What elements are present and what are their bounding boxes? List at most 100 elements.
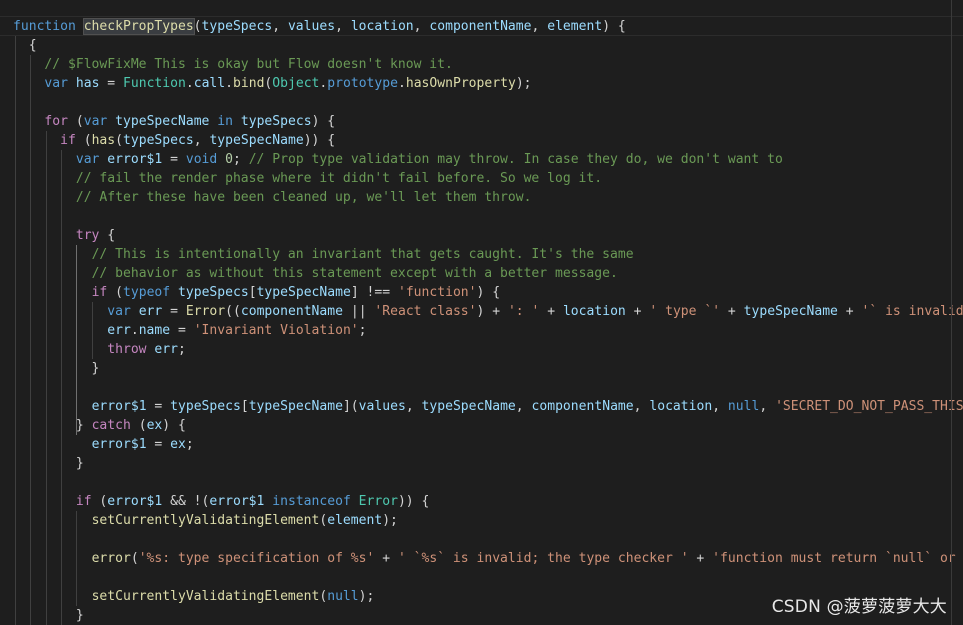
code-token: var bbox=[83, 114, 108, 129]
code-line[interactable]: // $FlowFixMe This is okay but Flow does… bbox=[13, 55, 452, 74]
code-token: error bbox=[91, 551, 131, 566]
code-line[interactable]: throw err; bbox=[13, 340, 186, 359]
code-line[interactable]: for (var typeSpecName in typeSpecs) { bbox=[13, 112, 335, 131]
code-token: if bbox=[75, 494, 92, 509]
code-token: . bbox=[397, 76, 406, 91]
code-token: location bbox=[649, 399, 713, 414]
code-token: '` is invalid; bbox=[861, 304, 963, 319]
code-token: // behavior as without this statement ex… bbox=[91, 266, 618, 281]
code-token: Error bbox=[185, 304, 226, 319]
code-token: ( bbox=[91, 494, 108, 509]
code-line[interactable]: try { bbox=[13, 226, 115, 245]
code-line[interactable]: } catch (ex) { bbox=[13, 416, 186, 435]
code-token: error$1 bbox=[107, 152, 163, 167]
code-line[interactable]: error$1 = typeSpecs[typeSpecName](values… bbox=[13, 397, 963, 416]
code-token: ( bbox=[193, 19, 202, 34]
code-token: , bbox=[531, 19, 548, 34]
code-token: null bbox=[727, 399, 760, 414]
code-token: // Prop type validation may throw. In ca… bbox=[248, 152, 783, 167]
code-line[interactable]: err.name = 'Invariant Violation'; bbox=[13, 321, 367, 340]
highlighted-function-name: checkPropTypes bbox=[82, 18, 195, 35]
code-line[interactable]: var err = Error((componentName || 'React… bbox=[13, 302, 963, 321]
code-token: bind bbox=[233, 76, 265, 91]
code-token: 'Invariant Violation' bbox=[193, 323, 359, 338]
code-line[interactable]: setCurrentlyValidatingElement(element); bbox=[13, 511, 398, 530]
code-token: ; bbox=[358, 323, 367, 338]
code-line[interactable]: error('%s: type specification of %s' + '… bbox=[13, 549, 963, 568]
code-token: typeSpecs bbox=[123, 133, 194, 148]
code-line[interactable]: { bbox=[13, 36, 37, 55]
code-token: + bbox=[625, 304, 650, 319]
code-token: typeSpecName bbox=[209, 133, 304, 148]
code-token: element bbox=[327, 513, 383, 528]
code-token: = bbox=[146, 399, 171, 414]
code-token: . bbox=[225, 76, 233, 91]
code-token: { bbox=[13, 38, 37, 53]
code-token: setCurrentlyValidatingElement bbox=[91, 589, 320, 604]
code-token: typeSpecs bbox=[201, 19, 273, 34]
code-line[interactable]: } bbox=[13, 359, 100, 378]
code-token: if bbox=[91, 285, 108, 300]
code-token: componentName bbox=[429, 19, 532, 34]
code-token: has bbox=[75, 76, 100, 91]
code-token: ( bbox=[68, 114, 84, 129]
code-token: typeSpecs bbox=[240, 114, 312, 129]
code-token: , bbox=[335, 19, 351, 34]
code-line[interactable]: } bbox=[13, 606, 84, 625]
code-line[interactable]: // After these have been cleaned up, we'… bbox=[13, 188, 532, 207]
code-token: . bbox=[130, 323, 139, 338]
code-token: ( bbox=[107, 285, 123, 300]
code-token: + bbox=[539, 304, 563, 319]
code-token: , bbox=[272, 19, 288, 34]
code-editor[interactable]: function checkPropTypes(typeSpecs, value… bbox=[0, 0, 963, 625]
code-line[interactable]: // fail the render phase where it didn't… bbox=[13, 169, 602, 188]
code-line[interactable]: function checkPropTypes(typeSpecs, value… bbox=[13, 17, 626, 36]
code-line[interactable]: var error$1 = void 0; // Prop type valid… bbox=[13, 150, 783, 169]
code-line[interactable]: // This is intentionally an invariant th… bbox=[13, 245, 634, 264]
code-token: in bbox=[217, 114, 233, 129]
code-token: , bbox=[413, 19, 430, 34]
code-line[interactable]: error$1 = ex; bbox=[13, 435, 194, 454]
code-token: } bbox=[13, 418, 92, 433]
code-token: typeSpecName bbox=[115, 114, 210, 129]
code-line[interactable]: } bbox=[13, 454, 84, 473]
code-token: } bbox=[13, 608, 84, 623]
code-token: [ bbox=[248, 285, 257, 300]
code-token: )) { bbox=[397, 494, 430, 509]
code-token: error$1 bbox=[91, 437, 147, 452]
scrollbar-edge[interactable] bbox=[951, 0, 952, 625]
code-token: var bbox=[107, 304, 131, 319]
code-token: typeSpecs bbox=[170, 399, 241, 414]
code-token: ' type `' bbox=[649, 304, 721, 319]
code-token: 'function must return `null` or a bbox=[712, 551, 963, 566]
code-line[interactable]: if (error$1 && !(error$1 instanceof Erro… bbox=[13, 492, 430, 511]
code-token: call bbox=[193, 76, 226, 91]
code-line[interactable]: // behavior as without this statement ex… bbox=[13, 264, 618, 283]
code-token: var bbox=[75, 152, 100, 167]
code-token: values bbox=[287, 19, 336, 34]
code-token: typeSpecName bbox=[248, 399, 343, 414]
code-line[interactable]: setCurrentlyValidatingElement(null); bbox=[13, 587, 375, 606]
code-token: if bbox=[60, 133, 76, 148]
code-line[interactable]: if (has(typeSpecs, typeSpecName)) { bbox=[13, 131, 335, 150]
code-token: componentName bbox=[240, 304, 343, 319]
code-token: , bbox=[633, 399, 650, 414]
code-line[interactable]: if (typeof typeSpecs[typeSpecName] !== '… bbox=[13, 283, 501, 302]
code-token: . bbox=[185, 76, 194, 91]
code-token: ( bbox=[130, 551, 139, 566]
code-token: ; bbox=[177, 342, 186, 357]
code-line[interactable]: var has = Function.call.bind(Object.prot… bbox=[13, 74, 531, 93]
